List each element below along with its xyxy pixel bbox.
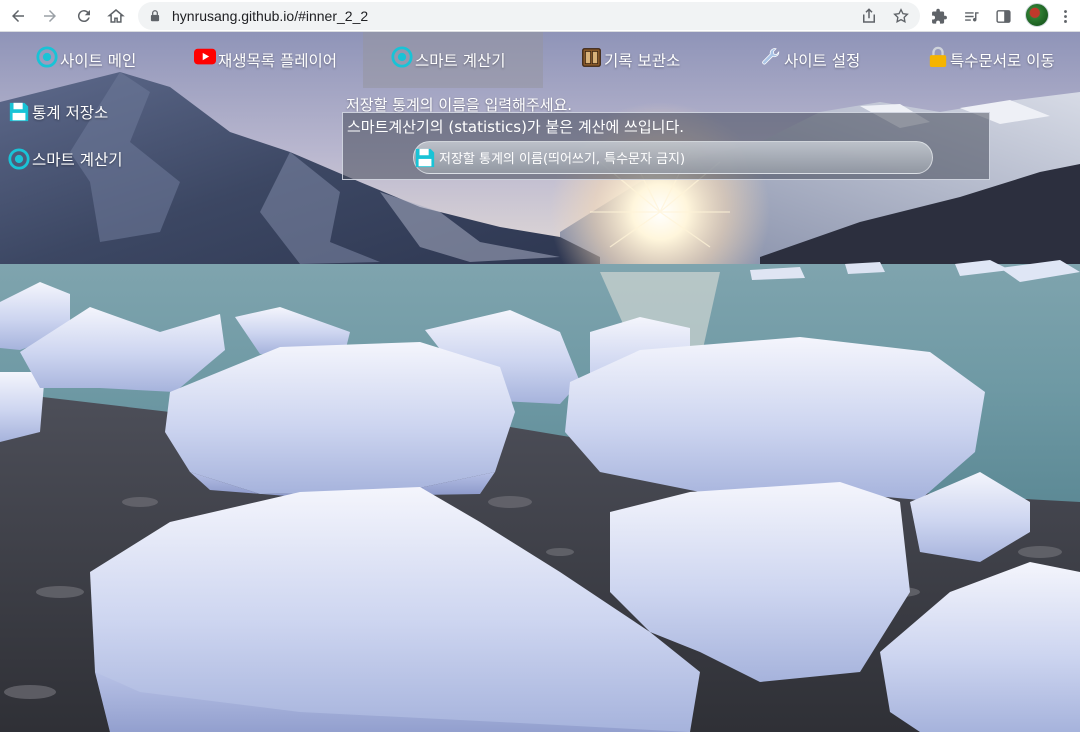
cabinet-icon [582,47,601,67]
back-button[interactable] [6,4,30,28]
kebab-menu-icon [1063,9,1067,23]
input-placeholder: 저장할 통계의 이름(띄어쓰기, 특수문자 금지) [439,152,686,167]
nav-item-label: 스마트 계산기 [415,52,506,70]
stats-name-panel: 스마트계산기의 (statistics)가 붙은 계산에 쓰입니다. 저장할 통… [342,112,990,180]
nav-item-site-main[interactable]: 사이트 메인 [36,32,136,88]
nav-item-smart-calculator[interactable]: 스마트 계산기 [363,32,543,88]
side-panel-icon [995,9,1011,23]
nav-item-playlist-player[interactable]: 재생목록 플레이어 [194,32,337,88]
floppy-disk-icon [415,148,435,167]
share-icon[interactable] [860,7,878,25]
sidebar-item-label: 스마트 계산기 [32,151,123,169]
playlist-icon [964,11,979,21]
profile-avatar[interactable] [1025,3,1049,27]
browser-menu-button[interactable] [1054,5,1076,27]
nav-item-record-archive[interactable]: 기록 보관소 [581,32,680,88]
nav-item-label: 특수문서로 이동 [950,52,1055,70]
sidebar-item-smart-calculator[interactable]: 스마트 계산기 [8,147,123,171]
target-icon [8,148,30,170]
youtube-icon [194,48,216,65]
reload-icon [77,10,90,23]
target-icon [36,46,58,68]
extensions-button[interactable] [928,5,950,27]
stats-name-input[interactable]: 저장할 통계의 이름(띄어쓰기, 특수문자 금지) [413,141,933,174]
side-panel-button[interactable] [992,5,1014,27]
bookmark-star-icon[interactable] [892,7,910,25]
arrow-right-icon [44,10,56,22]
lock-icon [929,46,947,67]
forward-button[interactable] [38,4,62,28]
url-text[interactable]: hynrusang.github.io/#inner_2_2 [172,8,368,24]
nav-item-special-documents[interactable]: 특수문서로 이동 [928,32,1055,88]
address-bar[interactable]: hynrusang.github.io/#inner_2_2 [138,2,920,30]
puzzle-icon [931,8,947,24]
browser-toolbar: hynrusang.github.io/#inner_2_2 [0,0,1080,32]
nav-item-label: 재생목록 플레이어 [218,52,338,70]
nav-item-label: 사이트 메인 [60,52,137,70]
target-icon [391,46,413,68]
reload-button[interactable] [72,4,96,28]
sidebar-item-label: 통계 저장소 [32,104,109,122]
home-icon [107,9,125,23]
panel-description: 스마트계산기의 (statistics)가 붙은 계산에 쓰입니다. [347,118,685,136]
media-control-button[interactable] [960,5,982,27]
nav-item-label: 사이트 설정 [784,52,861,70]
top-navigation: 사이트 메인 재생목록 플레이어 스마트 계산기 기록 보관소 사이트 설정 특… [0,32,1080,88]
nav-item-site-settings[interactable]: 사이트 설정 [760,32,860,88]
sidebar-item-stats-storage[interactable]: 통계 저장소 [8,100,108,124]
floppy-disk-icon [9,102,29,122]
web-page: 사이트 메인 재생목록 플레이어 스마트 계산기 기록 보관소 사이트 설정 특… [0,32,1080,732]
wrench-icon [762,48,780,65]
padlock-icon[interactable] [148,9,162,23]
home-button[interactable] [104,4,128,28]
nav-item-label: 기록 보관소 [604,52,681,70]
arrow-left-icon [12,10,24,22]
